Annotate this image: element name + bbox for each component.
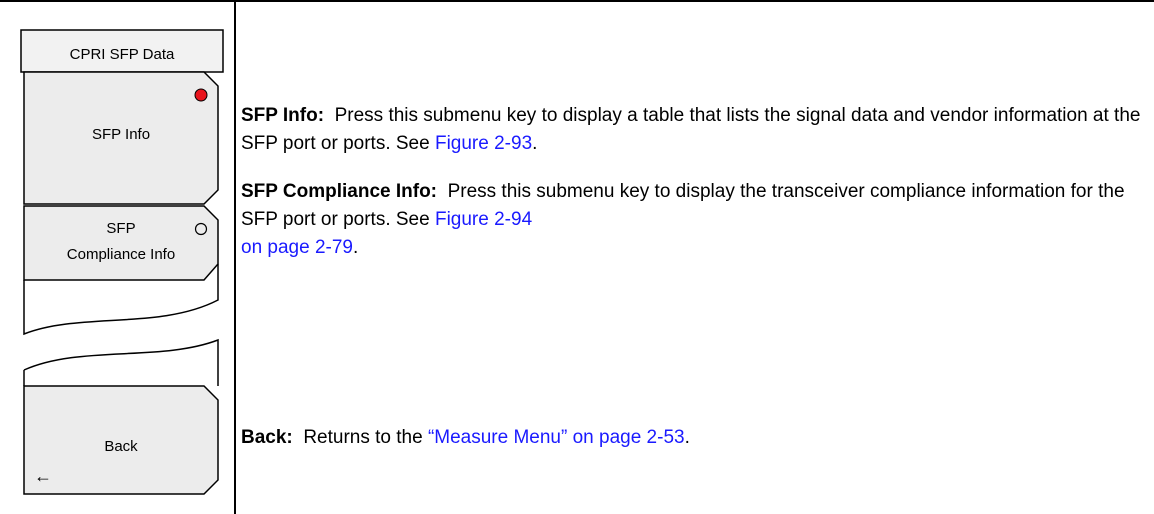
figure-link[interactable]: Figure 2-93 <box>435 133 532 154</box>
back-key-label[interactable]: Back <box>24 438 218 455</box>
back-description: Back: Returns to the “Measure Menu” on p… <box>241 424 1141 452</box>
sfp-info-description: SFP Info: Press this submenu key to disp… <box>241 102 1141 158</box>
description-term: SFP Compliance Info: <box>241 181 438 202</box>
page-link[interactable]: on page 2-79 <box>241 237 353 258</box>
figure-link[interactable]: Figure 2-94 <box>435 209 532 230</box>
submenu-panel: CPRI SFP Data SFP Info SFP Compliance In… <box>0 0 234 514</box>
description-term: Back: <box>241 427 293 448</box>
sfp-compliance-description: SFP Compliance Info: Press this submenu … <box>241 178 1141 262</box>
back-arrow-icon: ← <box>34 466 52 486</box>
description-period: . <box>353 237 359 258</box>
description-period: . <box>532 133 538 154</box>
submenu-descriptions: SFP Info: Press this submenu key to disp… <box>236 0 1154 514</box>
menu-title: CPRI SFP Data <box>69 46 175 63</box>
sfp-compliance-key-label-line2[interactable]: Compliance Info <box>24 246 218 263</box>
description-period: . <box>684 427 690 448</box>
break-wave-lower <box>23 338 219 386</box>
measure-menu-link[interactable]: “Measure Menu” on page 2-53 <box>428 427 685 448</box>
selected-indicator-icon <box>194 88 208 102</box>
sfp-compliance-key-shape[interactable] <box>23 205 219 281</box>
sfp-info-key-label[interactable]: SFP Info <box>24 126 218 143</box>
description-text: Returns to the <box>303 427 428 448</box>
sfp-compliance-key-label-line1[interactable]: SFP <box>24 220 218 237</box>
description-text: Press this submenu key to display a tabl… <box>241 105 1141 154</box>
description-term: SFP Info: <box>241 105 325 126</box>
